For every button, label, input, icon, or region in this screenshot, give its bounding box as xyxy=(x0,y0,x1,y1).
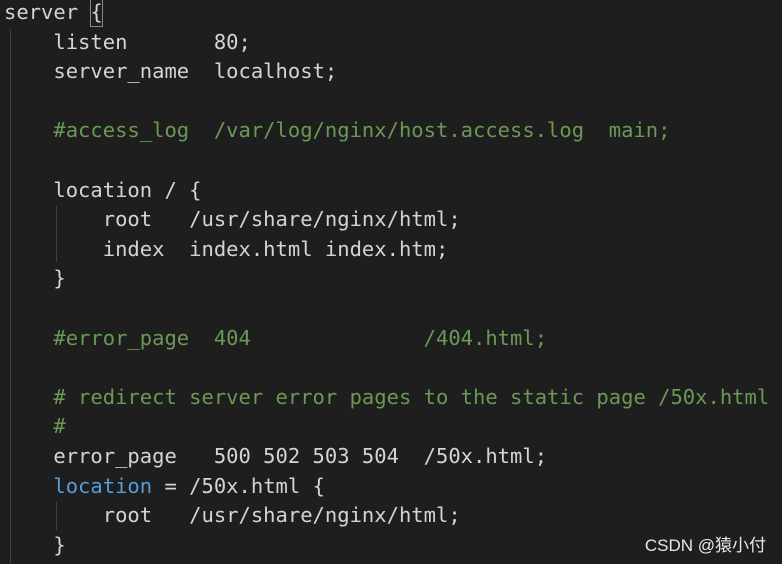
code-line[interactable]: error_page 500 502 503 504 /50x.html; xyxy=(4,441,547,471)
code-token: index index.html index.htm; xyxy=(4,236,449,261)
code-token: } xyxy=(4,266,66,291)
code-token: location / { xyxy=(4,177,202,202)
code-token: root /usr/share/nginx/html; xyxy=(4,207,461,232)
csdn-watermark: CSDN @猿小付 xyxy=(644,536,766,555)
code-line[interactable]: root /usr/share/nginx/html; xyxy=(4,500,461,530)
keyword-token: location xyxy=(53,473,153,498)
code-line[interactable]: server { xyxy=(4,0,103,27)
code-token: root /usr/share/nginx/html; xyxy=(4,503,461,528)
code-token: = /50x.html { xyxy=(152,473,325,498)
code-line[interactable]: #access_log /var/log/nginx/host.access.l… xyxy=(4,115,670,145)
comment-token: # redirect server error pages to the sta… xyxy=(4,384,770,409)
code-line[interactable]: # xyxy=(4,411,66,441)
code-line[interactable]: #error_page 404 /404.html; xyxy=(4,323,547,353)
code-token: error_page 500 502 503 504 /50x.html; xyxy=(4,444,548,468)
comment-token: # xyxy=(4,414,66,439)
code-line[interactable]: # redirect server error pages to the sta… xyxy=(4,382,769,412)
code-line[interactable]: index index.html index.htm; xyxy=(4,234,449,264)
comment-token: #access_log /var/log/nginx/host.access.l… xyxy=(4,118,671,143)
code-editor[interactable]: server { listen 80; server_name localhos… xyxy=(0,0,782,564)
code-line[interactable]: } xyxy=(4,263,66,293)
code-token: listen 80; xyxy=(4,29,251,54)
code-line[interactable]: location = /50x.html { xyxy=(4,471,325,501)
code-token: } xyxy=(4,532,66,557)
code-line[interactable]: location / { xyxy=(4,175,201,205)
code-token: server_name localhost; xyxy=(4,59,338,84)
indent-guide xyxy=(10,30,11,564)
code-line[interactable]: root /usr/share/nginx/html; xyxy=(4,204,461,234)
comment-token: #error_page 404 /404.html; xyxy=(4,325,548,350)
code-line[interactable]: server_name localhost; xyxy=(4,56,337,86)
code-line[interactable]: listen 80; xyxy=(4,27,251,57)
code-token: server xyxy=(4,0,91,24)
indent-guide xyxy=(56,206,57,262)
code-token: { xyxy=(90,0,103,27)
code-line[interactable]: } xyxy=(4,530,66,560)
indent-guide xyxy=(56,502,57,530)
